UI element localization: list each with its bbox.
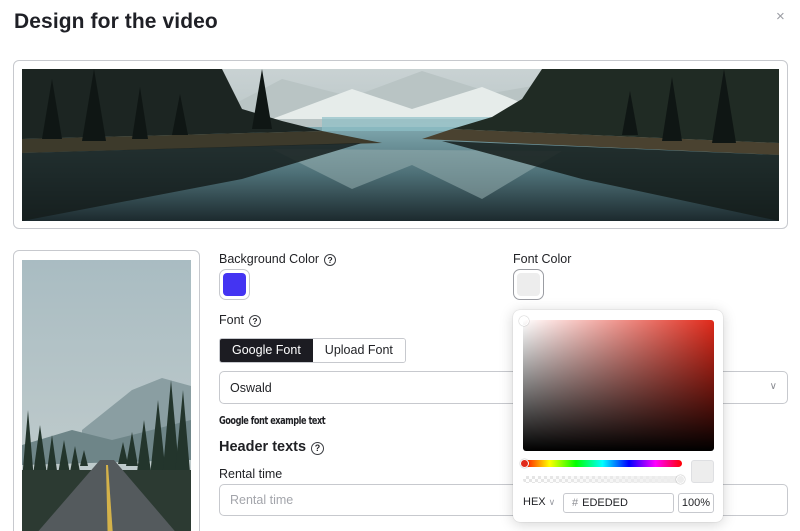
- alpha-handle[interactable]: [676, 475, 685, 484]
- background-color-swatch[interactable]: [219, 269, 250, 300]
- hue-slider[interactable]: [520, 459, 682, 468]
- font-select-value: Oswald: [230, 381, 272, 395]
- banner-preview[interactable]: [13, 60, 788, 229]
- forest-road-image: [22, 260, 191, 531]
- saturation-area[interactable]: [519, 316, 714, 451]
- color-preview: [691, 460, 714, 483]
- close-icon[interactable]: ×: [776, 9, 785, 25]
- background-color-label-text: Background Color: [219, 252, 320, 266]
- help-icon[interactable]: ?: [249, 315, 262, 327]
- chevron-down-icon: ∨: [769, 381, 777, 392]
- font-source-toggle: Google Font Upload Font: [219, 338, 406, 363]
- opacity-input[interactable]: 100%: [678, 493, 714, 513]
- color-picker-popover: HEX ∨ # EDEDED 100%: [513, 310, 723, 522]
- font-label-text: Font: [219, 313, 245, 327]
- font-color-label: Font Color: [513, 252, 572, 266]
- mountain-lake-image: [22, 69, 779, 221]
- font-label: Font?: [219, 313, 262, 327]
- font-color-swatch[interactable]: [513, 269, 544, 300]
- saturation-handle[interactable]: [519, 316, 529, 326]
- help-icon[interactable]: ?: [311, 442, 325, 455]
- font-color-fill: [517, 273, 540, 296]
- background-color-fill: [223, 273, 246, 296]
- hue-handle[interactable]: [520, 459, 529, 468]
- page-title: Design for the video: [14, 10, 218, 33]
- rental-time-label: Rental time: [219, 467, 283, 481]
- color-mode-label: HEX: [523, 496, 546, 508]
- color-mode-select[interactable]: HEX ∨: [523, 496, 555, 508]
- hex-value: EDEDED: [582, 497, 628, 509]
- background-color-label: Background Color?: [219, 252, 337, 266]
- help-icon[interactable]: ?: [324, 254, 337, 266]
- alpha-slider[interactable]: [523, 475, 685, 484]
- header-texts-title: Header texts: [219, 439, 307, 455]
- hash-prefix: #: [572, 497, 579, 509]
- tab-upload-font[interactable]: Upload Font: [312, 339, 405, 362]
- portrait-preview[interactable]: [13, 250, 200, 531]
- hex-input[interactable]: # EDEDED: [563, 493, 674, 513]
- font-example-text: Google font example text: [219, 415, 326, 427]
- tab-google-font[interactable]: Google Font: [220, 339, 313, 362]
- header-texts-section: Header texts?: [219, 439, 325, 455]
- chevron-down-icon: ∨: [548, 497, 556, 507]
